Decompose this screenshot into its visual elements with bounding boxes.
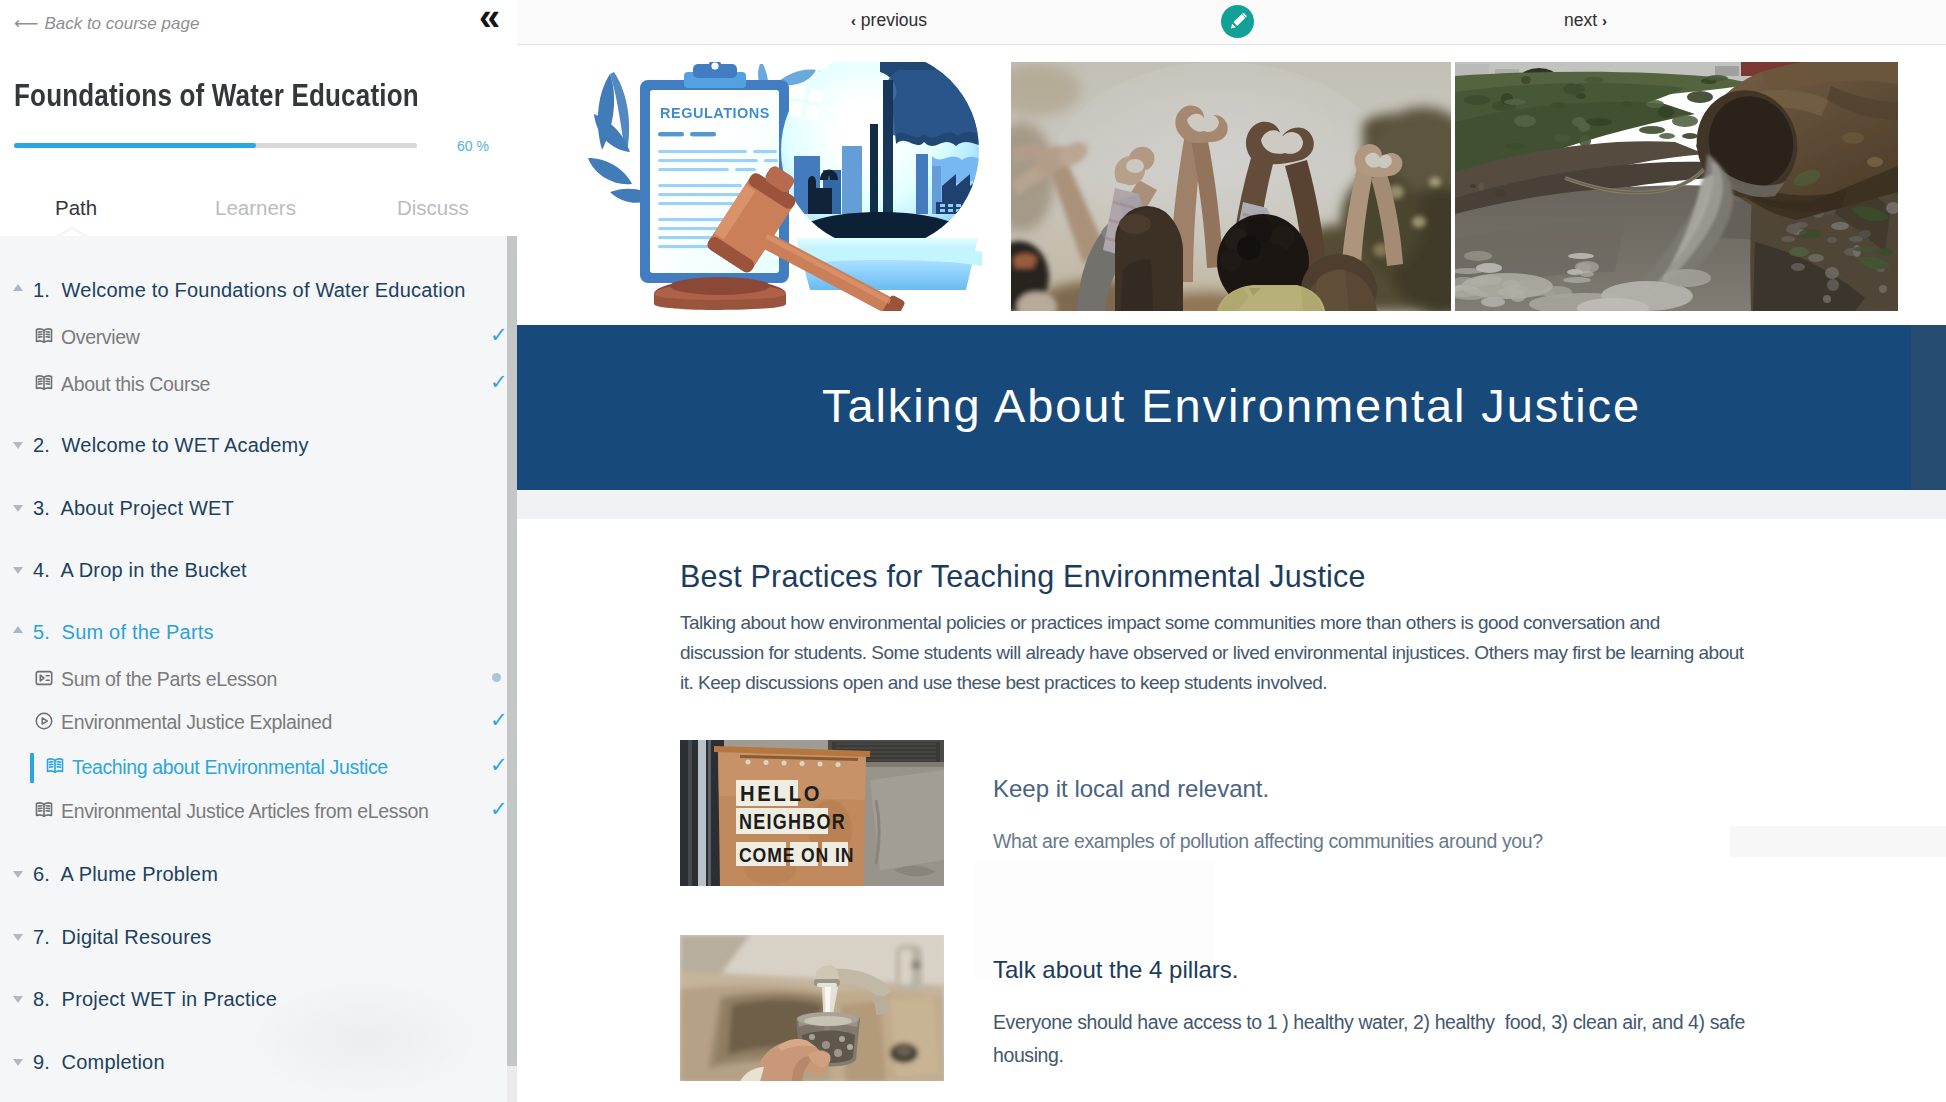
svg-text:HELLO: HELLO <box>740 781 822 805</box>
svg-text:REGULATIONS: REGULATIONS <box>660 105 770 121</box>
svg-text:COME ON IN: COME ON IN <box>739 844 854 866</box>
svg-text:NEIGHBOR: NEIGHBOR <box>739 809 846 833</box>
